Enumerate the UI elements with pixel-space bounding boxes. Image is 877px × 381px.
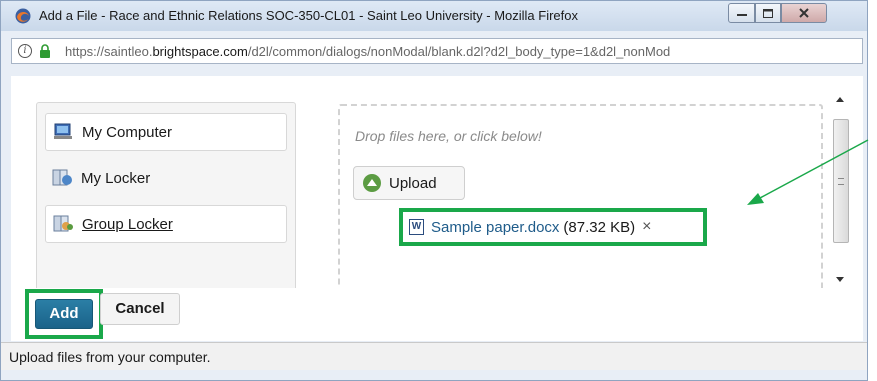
source-my-computer[interactable]: My Computer [45,113,287,151]
firefox-icon [15,8,31,24]
browser-window: Add a File - Race and Ethnic Relations S… [0,0,868,381]
scroll-down-icon[interactable] [836,277,844,282]
upload-icon [363,174,381,192]
locker-icon [52,169,72,186]
close-button[interactable] [781,3,827,23]
status-text: Upload files from your computer. [9,349,211,365]
upload-button[interactable]: Upload [353,166,465,200]
url-prefix: https://saintleo. [65,43,153,59]
maximize-button[interactable] [755,3,781,23]
status-bar: Upload files from your computer. [1,342,867,370]
add-button[interactable]: Add [35,299,93,329]
add-highlight: Add [25,289,103,339]
drop-zone[interactable]: Drop files here, or click below! Upload … [338,104,823,298]
file-size: (87.32 KB) [563,218,636,236]
close-icon [799,8,809,18]
info-icon[interactable]: i [18,44,32,58]
lock-icon [40,44,50,58]
cancel-button[interactable]: Cancel [100,293,180,325]
minimize-button[interactable] [728,3,755,23]
minimize-icon [736,14,747,16]
scroll-up-icon[interactable] [836,97,844,102]
source-my-locker[interactable]: My Locker [45,159,287,197]
file-name[interactable]: Sample paper.docx [431,219,559,236]
word-document-icon: W [409,219,424,235]
source-group-locker[interactable]: Group Locker [45,205,287,243]
computer-icon [54,123,72,139]
source-panel: My Computer My Locker Group Locker [36,102,296,298]
upload-label: Upload [389,174,437,192]
grip-icon [838,178,844,185]
url-text[interactable]: https://saintleo.brightspace.com/d2l/com… [65,44,835,59]
window-title: Add a File - Race and Ethnic Relations S… [39,8,579,23]
source-label: My Locker [81,169,151,187]
remove-file-icon[interactable]: × [642,218,651,236]
source-label: Group Locker [82,215,173,233]
url-path: /d2l/common/dialogs/nonModal/blank.d2l?d… [247,43,671,59]
address-bar[interactable]: i https://saintleo.brightspace.com/d2l/c… [11,38,863,64]
url-domain: brightspace.com [152,43,248,59]
group-locker-icon [53,215,73,232]
scroll-thumb[interactable] [833,119,849,243]
title-bar: Add a File - Race and Ethnic Relations S… [1,1,867,31]
scrollbar[interactable] [831,91,851,301]
maximize-icon [763,8,773,18]
action-bar: Add Cancel [11,288,863,341]
source-label: My Computer [82,123,173,141]
uploaded-file: W Sample paper.docx (87.32 KB) × [399,208,707,246]
drop-hint: Drop files here, or click below! [355,128,542,144]
